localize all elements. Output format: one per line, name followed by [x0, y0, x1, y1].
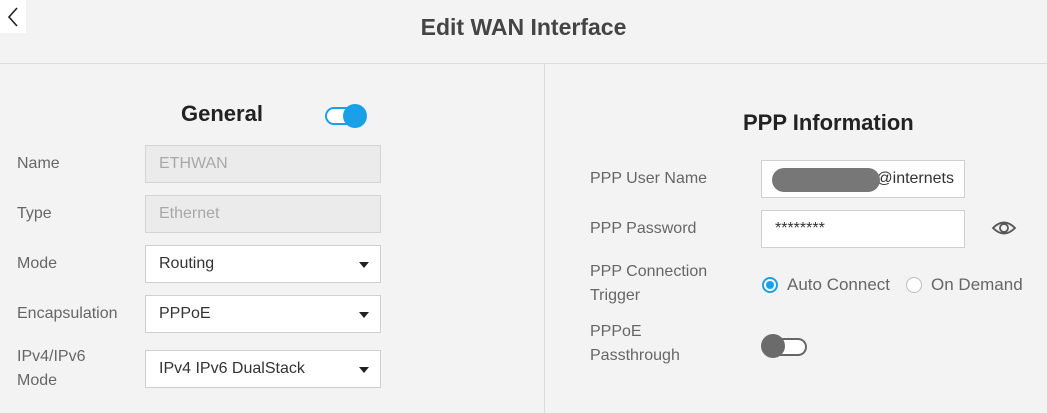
ppp-trigger-label-line1: PPP Connection — [590, 263, 708, 280]
passthrough-toggle[interactable] — [761, 334, 807, 358]
column-divider — [544, 64, 545, 413]
redacted-mask — [772, 168, 880, 192]
header-divider — [0, 63, 1047, 64]
mode-label: Mode — [17, 255, 58, 272]
toggle-knob — [761, 334, 785, 358]
radio-auto-connect-label: Auto Connect — [787, 275, 891, 294]
ppp-password-input[interactable]: ******** — [761, 210, 965, 248]
type-label: Type — [17, 205, 52, 222]
passthrough-label-line1: PPPoE — [590, 323, 642, 340]
caret-down-icon — [359, 262, 369, 268]
page-title: Edit WAN Interface — [420, 14, 627, 40]
toggle-knob — [343, 104, 367, 128]
general-section-title: General — [181, 101, 263, 126]
general-enable-toggle[interactable] — [325, 104, 367, 128]
radio-on-demand-label: On Demand — [931, 275, 1023, 294]
encapsulation-label: Encapsulation — [17, 305, 118, 322]
radio-on-demand[interactable]: On Demand — [906, 275, 1023, 295]
ppp-section-title: PPP Information — [743, 110, 914, 135]
ip-mode-label-line2: Mode — [17, 372, 58, 389]
name-field: ETHWAN — [145, 145, 381, 183]
ppp-password-label: PPP Password — [590, 220, 697, 237]
passthrough-label-line2: Passthrough — [590, 347, 680, 364]
ppp-trigger-label-line2: Trigger — [590, 287, 641, 304]
ppp-username-label: PPP User Name — [590, 170, 708, 187]
type-field: Ethernet — [145, 195, 381, 233]
caret-down-icon — [359, 367, 369, 373]
encapsulation-select-value: PPPoE — [159, 305, 211, 322]
ppp-trigger-radio-group: Auto Connect On Demand — [762, 275, 1039, 295]
mode-select-value: Routing — [159, 255, 215, 272]
ppp-username-input[interactable]: @internets — [761, 160, 965, 198]
radio-auto-connect[interactable]: Auto Connect — [762, 275, 890, 295]
ip-mode-select[interactable]: IPv4 IPv6 DualStack — [145, 350, 381, 388]
radio-checked-icon — [762, 277, 778, 293]
ppp-username-value: @internets — [876, 170, 954, 187]
mode-select[interactable]: Routing — [145, 245, 381, 283]
eye-icon[interactable] — [991, 218, 1017, 238]
ip-mode-label-line1: IPv4/IPv6 — [17, 348, 86, 365]
ip-mode-select-value: IPv4 IPv6 DualStack — [159, 360, 305, 377]
encapsulation-select[interactable]: PPPoE — [145, 295, 381, 333]
radio-unchecked-icon — [906, 277, 923, 293]
name-label: Name — [17, 155, 60, 172]
caret-down-icon — [359, 312, 369, 318]
